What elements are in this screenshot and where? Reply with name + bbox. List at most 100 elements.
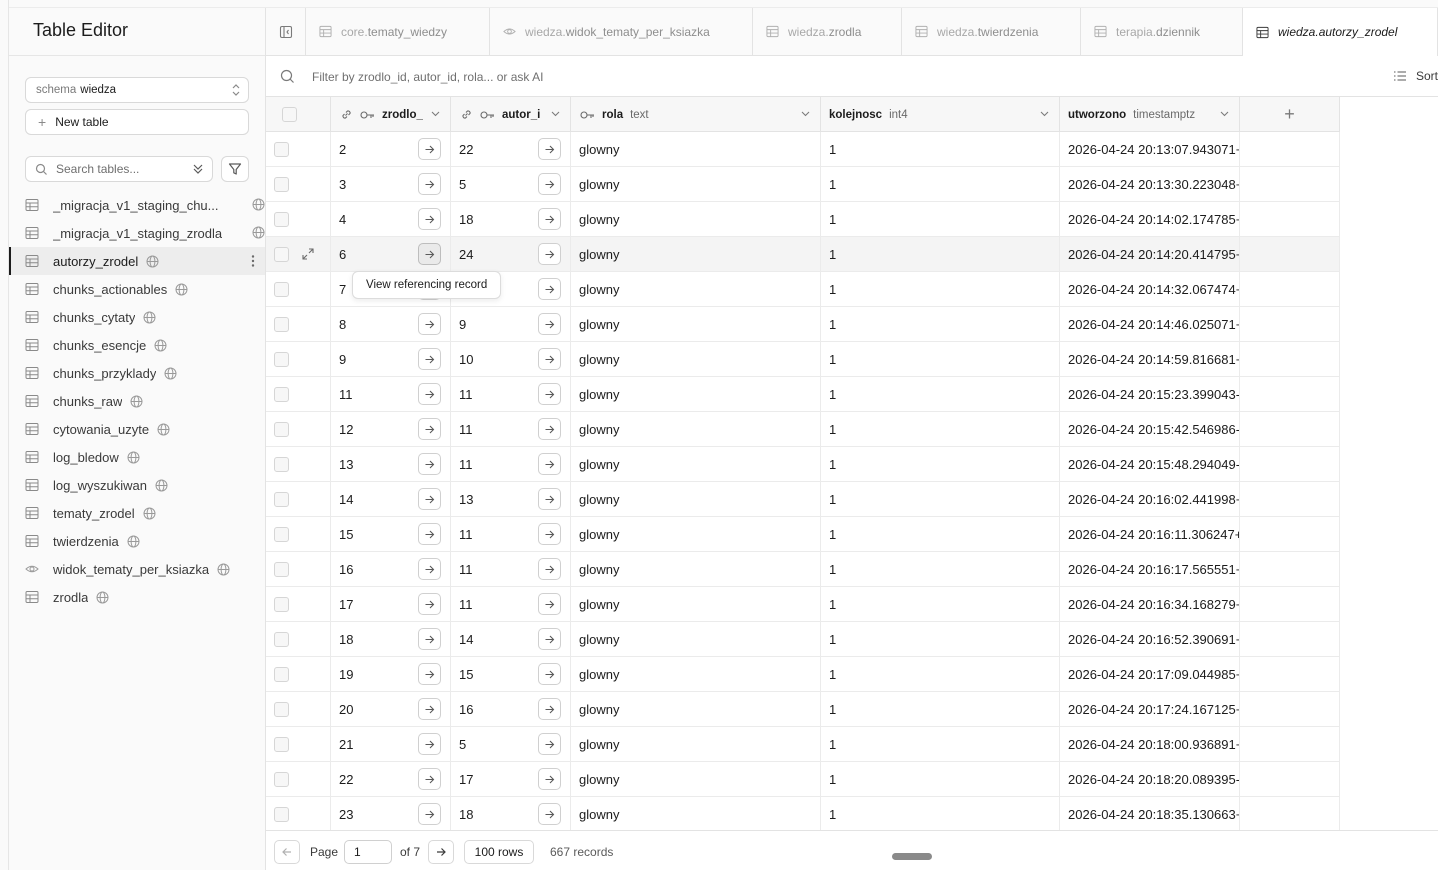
view-referencing-record-button[interactable] (418, 313, 441, 335)
cell-rola[interactable]: glowny (571, 587, 821, 621)
view-referencing-record-button[interactable] (418, 418, 441, 440)
cell-kolejnosc[interactable]: 1 (821, 167, 1060, 201)
horizontal-scrollbar-handle[interactable] (892, 853, 932, 860)
row-checkbox[interactable] (274, 596, 289, 612)
table-row[interactable]: 6 24 glowny 1 2026-04-24 20:14:20.414795+ (266, 237, 1340, 272)
view-referencing-record-button[interactable] (538, 313, 561, 335)
sidebar-table-item[interactable]: chunks_przyklady (9, 359, 265, 387)
sidebar-table-item[interactable]: log_wyszukiwan (9, 471, 265, 499)
cell-kolejnosc[interactable]: 1 (821, 272, 1060, 306)
chevron-down-icon[interactable] (1220, 109, 1229, 118)
row-checkbox[interactable] (274, 281, 289, 297)
cell-rola[interactable]: glowny (571, 727, 821, 761)
table-row[interactable]: 18 14 glowny 1 2026-04-24 20:16:52.390691+ (266, 622, 1340, 657)
sidebar-table-item[interactable]: _migracja_v1_staging_zrodla (9, 219, 265, 247)
expand-row-icon[interactable] (302, 248, 314, 260)
more-vertical-icon[interactable] (251, 254, 255, 268)
view-referencing-record-button[interactable] (538, 698, 561, 720)
column-header-kolejnosc[interactable]: kolejnosc int4 (821, 97, 1060, 132)
cell-utworzono[interactable]: 2026-04-24 20:14:32.067474+ (1060, 272, 1240, 306)
view-referencing-record-button[interactable] (418, 733, 441, 755)
sidebar-table-item[interactable]: tematy_zrodel (9, 499, 265, 527)
tab-twierdzenia[interactable]: wiedza. twierdzenia (902, 8, 1081, 55)
table-row[interactable]: 9 10 glowny 1 2026-04-24 20:14:59.816681+0 (266, 342, 1340, 377)
view-referencing-record-button[interactable] (418, 383, 441, 405)
cell-utworzono[interactable]: 2026-04-24 20:15:23.399043- (1060, 377, 1240, 411)
filter-tables-button[interactable] (221, 156, 249, 182)
cell-kolejnosc[interactable]: 1 (821, 447, 1060, 481)
row-checkbox[interactable] (274, 211, 289, 227)
sidebar-table-item[interactable]: widok_tematy_per_ksiazka (9, 555, 265, 583)
view-referencing-record-button[interactable] (418, 243, 441, 265)
view-referencing-record-button[interactable] (538, 558, 561, 580)
view-referencing-record-button[interactable] (418, 138, 441, 160)
view-referencing-record-button[interactable] (538, 663, 561, 685)
column-header-autor[interactable]: autor_i (451, 97, 571, 132)
row-checkbox[interactable] (274, 701, 289, 717)
row-checkbox[interactable] (274, 771, 289, 787)
view-referencing-record-button[interactable] (418, 453, 441, 475)
cell-kolejnosc[interactable]: 1 (821, 517, 1060, 551)
row-checkbox[interactable] (274, 736, 289, 752)
row-checkbox[interactable] (274, 526, 289, 542)
table-row[interactable]: 12 11 glowny 1 2026-04-24 20:15:42.546986- (266, 412, 1340, 447)
cell-utworzono[interactable]: 2026-04-24 20:16:34.168279+ (1060, 587, 1240, 621)
row-checkbox[interactable] (274, 561, 289, 577)
view-referencing-record-button[interactable] (418, 523, 441, 545)
cell-rola[interactable]: glowny (571, 412, 821, 446)
table-row[interactable]: 17 11 glowny 1 2026-04-24 20:16:34.168279+ (266, 587, 1340, 622)
chevron-down-icon[interactable] (551, 109, 560, 118)
row-checkbox[interactable] (274, 491, 289, 507)
view-referencing-record-button[interactable] (418, 488, 441, 510)
view-referencing-record-button[interactable] (538, 593, 561, 615)
cell-kolejnosc[interactable]: 1 (821, 622, 1060, 656)
cell-rola[interactable]: glowny (571, 342, 821, 376)
table-row[interactable]: 13 11 glowny 1 2026-04-24 20:15:48.294049- (266, 447, 1340, 482)
view-referencing-record-button[interactable] (418, 593, 441, 615)
cell-rola[interactable]: glowny (571, 202, 821, 236)
view-referencing-record-button[interactable] (418, 803, 441, 825)
sort-button[interactable]: Sort (1394, 69, 1438, 83)
cell-kolejnosc[interactable]: 1 (821, 587, 1060, 621)
cell-utworzono[interactable]: 2026-04-24 20:14:46.025071+ (1060, 307, 1240, 341)
cell-utworzono[interactable]: 2026-04-24 20:13:07.943071+ (1060, 132, 1240, 166)
cell-kolejnosc[interactable]: 1 (821, 307, 1060, 341)
view-referencing-record-button[interactable] (538, 278, 561, 300)
sidebar-table-item[interactable]: chunks_raw (9, 387, 265, 415)
sidebar-table-item[interactable]: zrodla (9, 583, 265, 611)
cell-rola[interactable]: glowny (571, 517, 821, 551)
row-checkbox[interactable] (274, 631, 289, 647)
sidebar-table-item[interactable]: twierdzenia (9, 527, 265, 555)
table-row[interactable]: 14 13 glowny 1 2026-04-24 20:16:02.441998+ (266, 482, 1340, 517)
cell-utworzono[interactable]: 2026-04-24 20:17:24.167125+( (1060, 692, 1240, 726)
column-header-zrodlo[interactable]: zrodlo_ (331, 97, 451, 132)
cell-rola[interactable]: glowny (571, 762, 821, 796)
view-referencing-record-button[interactable] (418, 628, 441, 650)
cell-kolejnosc[interactable]: 1 (821, 692, 1060, 726)
tab-zrodla[interactable]: wiedza. zrodla (753, 8, 902, 55)
view-referencing-record-button[interactable] (538, 383, 561, 405)
view-referencing-record-button[interactable] (418, 208, 441, 230)
cell-utworzono[interactable]: 2026-04-24 20:17:09.044985+ (1060, 657, 1240, 691)
cell-rola[interactable]: glowny (571, 692, 821, 726)
cell-rola[interactable]: glowny (571, 622, 821, 656)
table-row[interactable]: 3 5 glowny 1 2026-04-24 20:13:30.223048+ (266, 167, 1340, 202)
cell-utworzono[interactable]: 2026-04-24 20:14:02.174785+0 (1060, 202, 1240, 236)
cell-rola[interactable]: glowny (571, 307, 821, 341)
cell-rola[interactable]: glowny (571, 797, 821, 830)
table-row[interactable]: 23 18 glowny 1 2026-04-24 20:18:35.130663+ (266, 797, 1340, 830)
cell-rola[interactable]: glowny (571, 237, 821, 271)
table-row[interactable]: 4 18 glowny 1 2026-04-24 20:14:02.174785+0 (266, 202, 1340, 237)
tab-dziennik[interactable]: terapia. dziennik (1081, 8, 1243, 55)
table-row[interactable]: 8 9 glowny 1 2026-04-24 20:14:46.025071+ (266, 307, 1340, 342)
cell-kolejnosc[interactable]: 1 (821, 797, 1060, 830)
cell-utworzono[interactable]: 2026-04-24 20:16:02.441998+ (1060, 482, 1240, 516)
row-checkbox[interactable] (274, 456, 289, 472)
view-referencing-record-button[interactable] (538, 453, 561, 475)
select-all-checkbox[interactable] (282, 107, 297, 122)
cell-utworzono[interactable]: 2026-04-24 20:14:20.414795+ (1060, 237, 1240, 271)
view-referencing-record-button[interactable] (538, 208, 561, 230)
cell-utworzono[interactable]: 2026-04-24 20:16:11.306247+( (1060, 517, 1240, 551)
view-referencing-record-button[interactable] (418, 698, 441, 720)
cell-utworzono[interactable]: 2026-04-24 20:15:48.294049- (1060, 447, 1240, 481)
